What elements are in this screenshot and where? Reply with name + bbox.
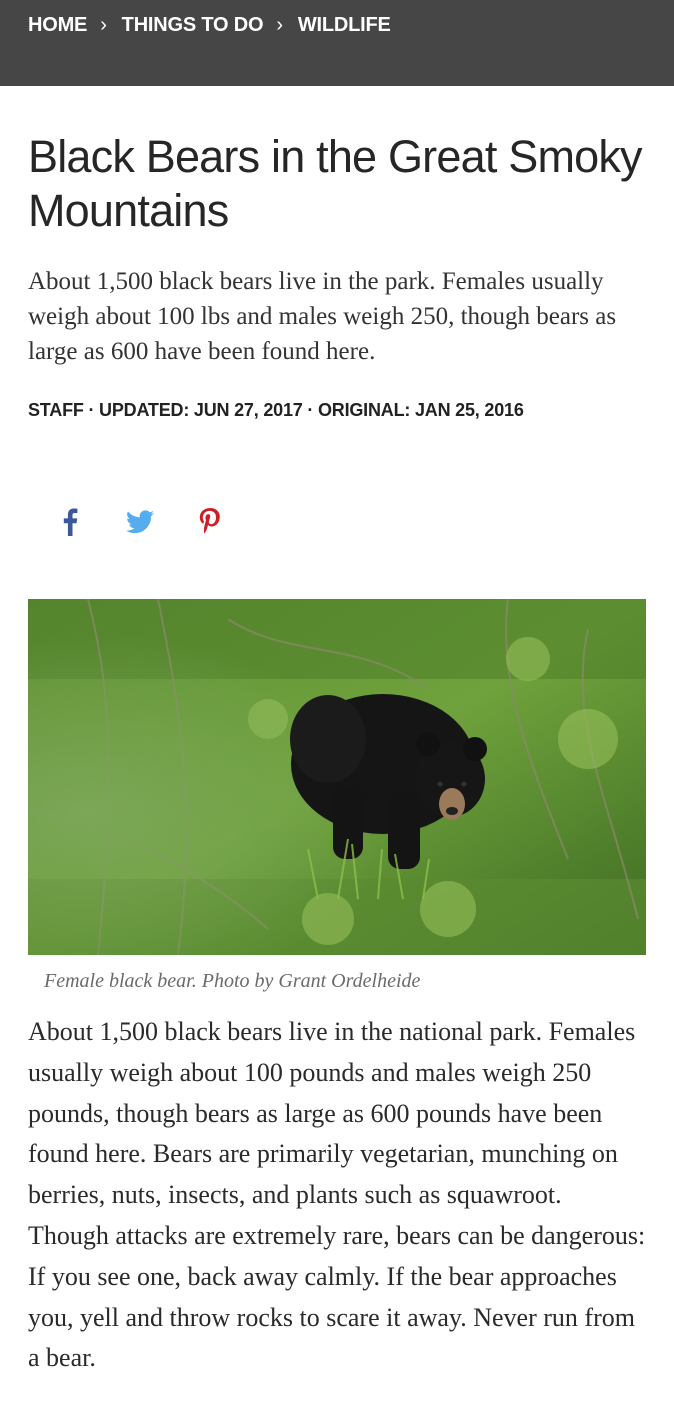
twitter-share-button[interactable] [120, 502, 160, 542]
bear-photo [28, 599, 646, 955]
pinterest-icon [199, 508, 220, 534]
breadcrumb-things-to-do[interactable]: THINGS TO DO [122, 14, 264, 37]
breadcrumb: HOME › THINGS TO DO › WILDLIFE [28, 11, 391, 39]
article-byline: STAFF · UPDATED: JUN 27, 2017 · ORIGINAL… [28, 400, 524, 420]
breadcrumb-home[interactable]: HOME [28, 14, 87, 37]
share-bar [50, 502, 260, 542]
breadcrumb-wildlife[interactable]: WILDLIFE [298, 14, 391, 37]
article-body: About 1,500 black bears live in the nati… [28, 1017, 646, 1373]
photo-caption: Female black bear. Photo by Grant Ordelh… [44, 970, 421, 992]
top-navigation-bar: HOME › THINGS TO DO › WILDLIFE [0, 0, 674, 86]
breadcrumb-separator-icon: › [100, 13, 107, 36]
facebook-share-button[interactable] [50, 502, 90, 542]
pinterest-share-button[interactable] [190, 502, 230, 542]
twitter-icon [126, 510, 154, 534]
black-bear-image [28, 599, 646, 955]
breadcrumb-separator-icon: › [276, 13, 283, 36]
article-title: Black Bears in the Great Smoky Mountains [28, 131, 643, 236]
facebook-icon [63, 508, 78, 536]
article-dek: About 1,500 black bears live in the park… [28, 268, 617, 365]
